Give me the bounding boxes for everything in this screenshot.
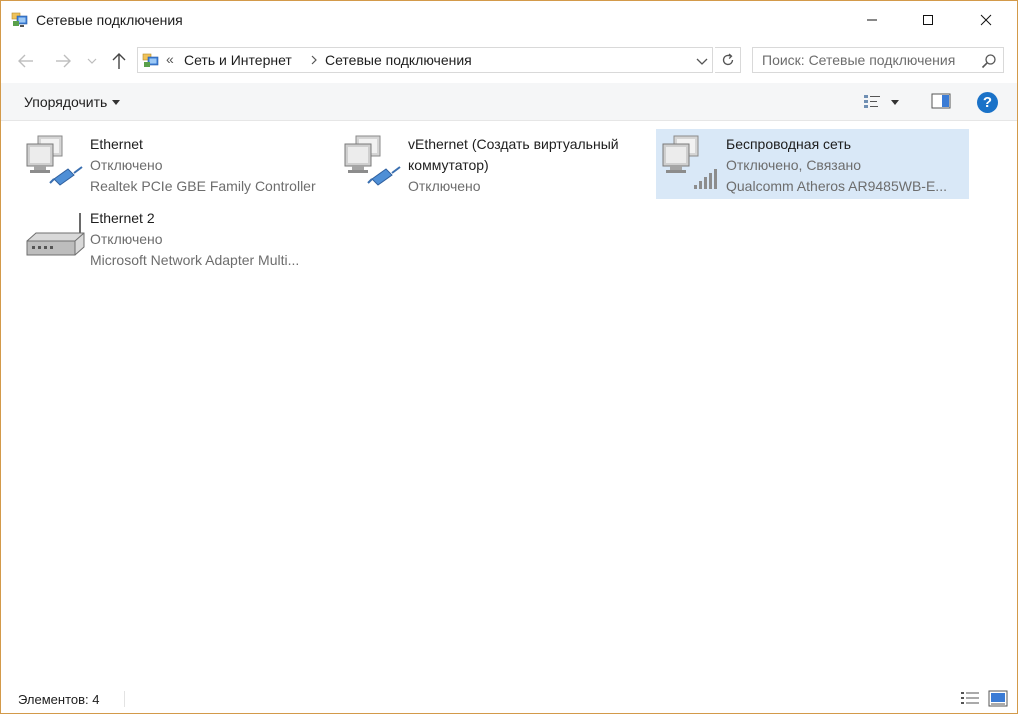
organize-button[interactable]: Упорядочить — [24, 94, 121, 110]
connection-name: Ethernet 2 — [90, 210, 155, 226]
address-bar[interactable]: « Сеть и Интернет Сетевые подключения — [137, 47, 713, 73]
recent-locations-button[interactable] — [84, 49, 100, 73]
wired-network-icon — [24, 133, 86, 195]
minimize-button[interactable] — [843, 1, 901, 39]
help-button[interactable]: ? — [977, 92, 998, 113]
minimize-icon — [867, 19, 877, 21]
large-icons-view-icon — [988, 690, 1008, 707]
caret-down-icon — [112, 100, 121, 105]
organize-label: Упорядочить — [24, 94, 108, 110]
connection-name: Ethernet — [90, 136, 143, 152]
preview-pane-button[interactable] — [931, 93, 951, 111]
refresh-button[interactable] — [715, 47, 741, 73]
view-dropdown-icon[interactable] — [891, 100, 899, 105]
network-connections-icon — [142, 52, 160, 70]
connection-status: Отключено, Связано — [726, 157, 862, 173]
connection-name: vEthernet (Создать виртуальный коммутато… — [408, 136, 619, 173]
back-button[interactable] — [14, 49, 38, 73]
change-view-button[interactable] — [863, 92, 903, 112]
details-view-icon — [961, 692, 979, 704]
list-item-vethernet[interactable]: vEthernet (Создать виртуальный коммутато… — [338, 129, 651, 199]
navigation-bar: « Сеть и Интернет Сетевые подключения — [1, 41, 1017, 79]
breadcrumb-network-connections[interactable]: Сетевые подключения — [325, 52, 472, 68]
close-button[interactable] — [957, 1, 1015, 39]
arrow-up-icon — [112, 53, 126, 69]
address-dropdown-icon[interactable] — [694, 53, 710, 69]
command-bar: Упорядочить ? — [1, 83, 1017, 121]
connection-status: Отключено — [90, 231, 163, 247]
connection-status: Отключено — [90, 157, 163, 173]
maximize-icon — [923, 15, 933, 25]
wireless-network-icon — [660, 133, 722, 195]
wired-network-icon — [342, 133, 404, 195]
list-item-ethernet-2[interactable]: Ethernet 2 Отключено Microsoft Network A… — [20, 203, 333, 273]
connection-status: Отключено — [408, 178, 481, 194]
explorer-window: Сетевые подключения « Сеть и Интернет Се… — [0, 0, 1018, 714]
window-title: Сетевые подключения — [36, 12, 183, 28]
connection-device: Realtek PCIe GBE Family Controller — [90, 178, 316, 194]
status-bar: Элементов: 4 — [1, 685, 1017, 713]
up-button[interactable] — [107, 49, 131, 73]
details-view-button[interactable] — [960, 690, 980, 707]
breadcrumb-separator-icon[interactable] — [310, 52, 318, 69]
breadcrumb-network-internet[interactable]: Сеть и Интернет — [184, 52, 292, 68]
large-icons-view-button[interactable] — [988, 690, 1008, 707]
list-item-wireless[interactable]: Беспроводная сеть Отключено, Связано Qua… — [656, 129, 969, 199]
connection-device: Microsoft Network Adapter Multi... — [90, 252, 300, 268]
connection-name: Беспроводная сеть — [726, 136, 852, 152]
forward-button[interactable] — [51, 49, 75, 73]
address-overflow[interactable]: « — [166, 51, 174, 67]
status-divider — [124, 691, 125, 707]
refresh-icon — [722, 53, 733, 66]
network-adapter-icon — [24, 207, 86, 269]
chevron-down-icon — [87, 58, 97, 64]
arrow-left-icon — [18, 54, 33, 68]
view-options-icon — [864, 95, 880, 108]
close-icon — [980, 14, 992, 26]
search-icon[interactable] — [981, 53, 997, 69]
list-item-ethernet[interactable]: Ethernet Отключено Realtek PCIe GBE Fami… — [20, 129, 333, 199]
preview-pane-icon — [931, 93, 951, 109]
title-bar[interactable]: Сетевые подключения — [1, 1, 1017, 39]
connection-device: Qualcomm Atheros AR9485WB-E... — [726, 178, 947, 194]
search-input[interactable] — [753, 48, 973, 72]
connections-list: Ethernet Отключено Realtek PCIe GBE Fami… — [1, 122, 1017, 682]
maximize-button[interactable] — [899, 1, 957, 39]
arrow-right-icon — [56, 54, 71, 68]
search-box[interactable] — [752, 47, 1004, 73]
network-connections-icon — [11, 11, 29, 29]
item-count: Элементов: 4 — [18, 692, 100, 707]
